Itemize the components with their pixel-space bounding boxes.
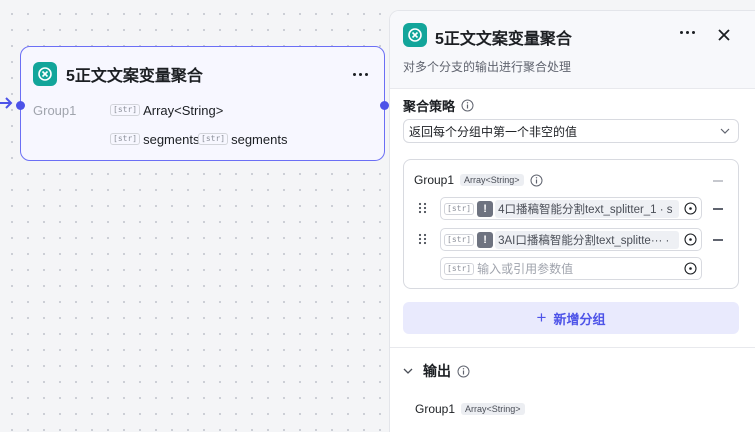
strategy-select[interactable]: 返回每个分组中第一个非空的值 — [403, 119, 739, 143]
variable-ref-text: 3AI口播稿智能分割text_splitte··· · — [495, 230, 679, 249]
add-group-label: 新增分组 — [553, 311, 606, 327]
variable-picker-icon[interactable] — [684, 202, 697, 215]
node-group-label: Group1 — [33, 103, 77, 118]
group-title: Group1 Array<String> — [414, 173, 543, 187]
input-port[interactable] — [16, 101, 25, 110]
add-group-button[interactable]: + 新增分组 — [403, 302, 739, 334]
variable-ref-field[interactable]: [str] ! 4口播稿智能分割text_splitter_1 · s — [440, 197, 702, 220]
output-group-row: Group1 Array<String> — [415, 402, 525, 416]
variable-ref-field-empty[interactable]: [str] — [440, 257, 702, 280]
output-label: 输出 — [423, 363, 451, 379]
str-type-icon: [str] — [444, 202, 475, 215]
chevron-down-icon — [403, 368, 413, 374]
strategy-select-value: 返回每个分组中第一个非空的值 — [409, 124, 578, 139]
close-icon[interactable] — [714, 25, 734, 45]
node-input-tag: [str] segments — [110, 129, 199, 149]
group-type-badge: Array<String> — [460, 174, 524, 186]
node-header: 5正文文案变量聚合 — [33, 61, 372, 87]
strategy-label-text: 聚合策略 — [403, 99, 456, 114]
node-more-icon[interactable] — [349, 69, 372, 80]
plus-icon: + — [536, 308, 547, 327]
output-section-toggle[interactable]: 输出 — [403, 361, 470, 381]
str-type-icon: [str] — [198, 133, 229, 145]
variable-input[interactable] — [477, 261, 679, 276]
warning-icon: ! — [477, 231, 494, 248]
output-type-text: Array<String> — [143, 102, 224, 118]
info-icon[interactable] — [530, 174, 543, 187]
warning-icon: ! — [477, 200, 494, 217]
node-input-tag: [str] segments — [198, 129, 287, 149]
variable-picker-icon[interactable] — [684, 262, 697, 275]
remove-variable-button[interactable] — [713, 208, 723, 210]
output-group-type-badge: Array<String> — [461, 403, 525, 415]
incoming-edge-arrow — [0, 97, 13, 109]
node-config-panel: 5正文文案变量聚合 对多个分支的输出进行聚合处理 聚合策略 返回每个分组中第一个… — [389, 10, 755, 432]
node-output-type-tag: [str] Array<String> — [110, 100, 223, 120]
chevron-down-icon — [720, 128, 730, 134]
variable-aggregator-icon — [33, 62, 57, 86]
info-icon[interactable] — [461, 99, 474, 112]
panel-description: 对多个分支的输出进行聚合处理 — [403, 60, 572, 74]
output-port[interactable] — [380, 101, 389, 110]
str-type-icon: [str] — [110, 133, 141, 145]
drag-handle-icon[interactable] — [418, 233, 427, 245]
panel-header: 5正文文案变量聚合 对多个分支的输出进行聚合处理 — [390, 11, 755, 89]
remove-variable-button[interactable] — [713, 239, 723, 241]
aggregator-node[interactable]: 5正文文案变量聚合 Group1 [str] Array<String> [st… — [16, 46, 389, 161]
panel-title: 5正文文案变量聚合 — [435, 31, 572, 48]
remove-group-button[interactable] — [713, 180, 723, 182]
variable-ref-field[interactable]: [str] ! 3AI口播稿智能分割text_splitte··· · — [440, 228, 702, 251]
input-name: segments — [231, 131, 288, 147]
strategy-label: 聚合策略 — [403, 96, 474, 115]
str-type-icon: [str] — [444, 233, 475, 246]
input-name: segments — [143, 131, 200, 147]
drag-handle-icon[interactable] — [418, 202, 427, 214]
variable-aggregator-icon — [403, 23, 427, 47]
str-type-icon: [str] — [444, 262, 475, 275]
info-icon[interactable] — [457, 365, 470, 378]
panel-more-icon[interactable] — [676, 27, 699, 38]
output-group-name: Group1 — [415, 402, 456, 416]
divider — [390, 347, 755, 348]
group-card: Group1 Array<String> [str] ! 4口播稿智能分割tex… — [403, 159, 739, 289]
variable-picker-icon[interactable] — [684, 233, 697, 246]
group-name[interactable]: Group1 — [414, 173, 454, 187]
variable-ref-text: 4口播稿智能分割text_splitter_1 · s — [495, 199, 679, 218]
node-title: 5正文文案变量聚合 — [66, 68, 203, 85]
str-type-icon: [str] — [110, 104, 141, 116]
